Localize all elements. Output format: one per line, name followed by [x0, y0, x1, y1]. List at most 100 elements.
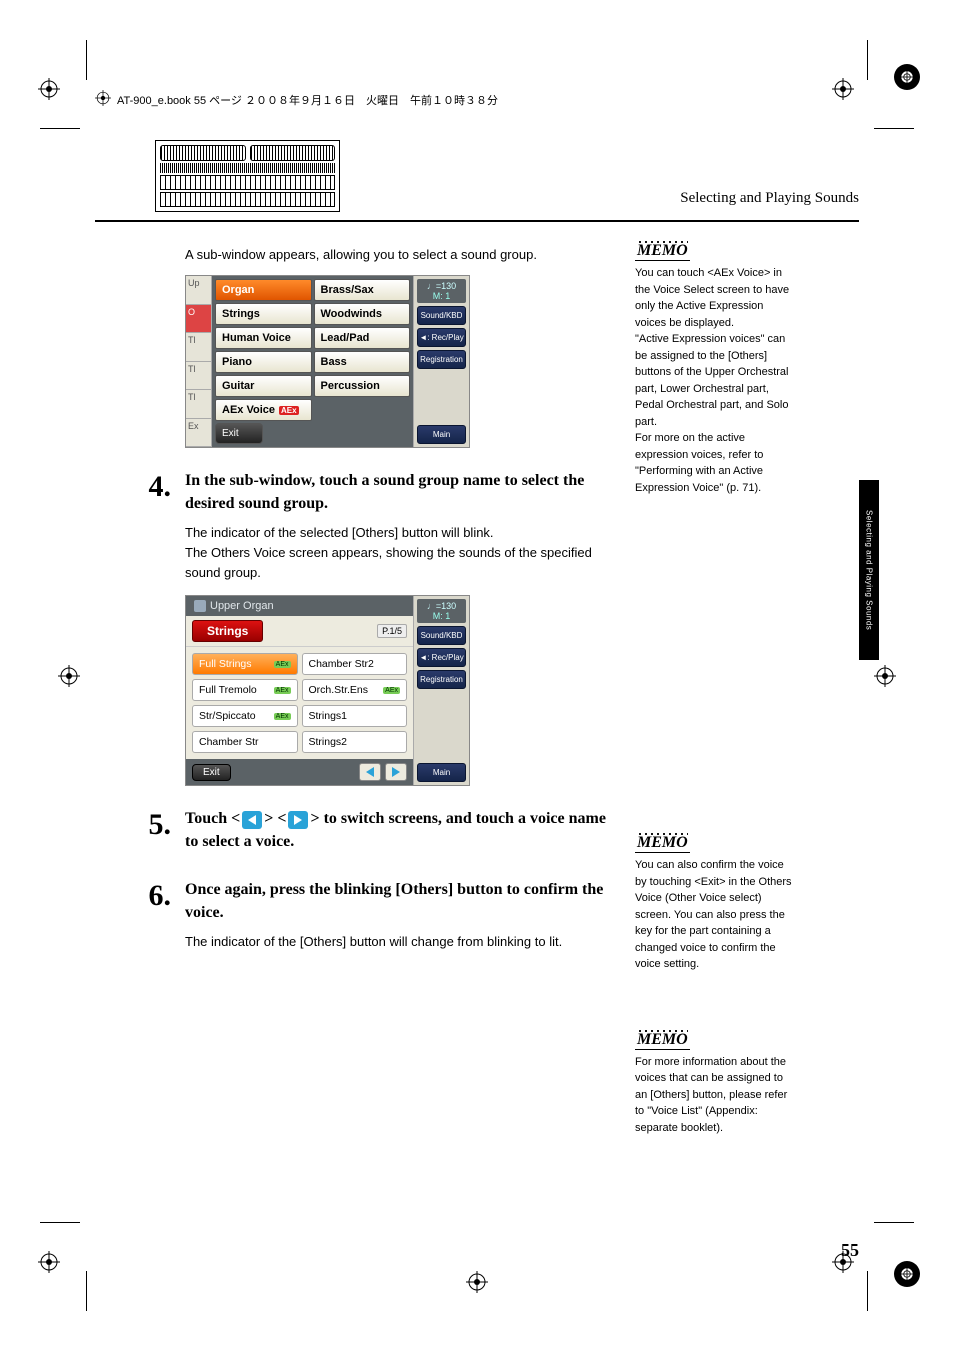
- thumb-tab-label: Selecting and Playing Sounds: [865, 510, 874, 630]
- registration-mark-icon: [38, 1251, 60, 1273]
- memo-block: MEMO For more information about the voic…: [635, 1029, 795, 1137]
- page-number: 55: [841, 1240, 859, 1261]
- crop-mark: [86, 1271, 87, 1311]
- sound-group-subwindow-screenshot: Up O Tl Tl Tl Ex Organ Brass/Sax Strings…: [185, 275, 470, 448]
- intro-paragraph: A sub-window appears, allowing you to se…: [185, 245, 615, 265]
- registration-button[interactable]: Registration: [417, 670, 466, 689]
- soundkbd-button[interactable]: Sound/KBD: [417, 626, 466, 645]
- voice-button[interactable]: Full TremoloAEx: [192, 679, 298, 701]
- running-head: AT-900_e.book 55 ページ ２００８年９月１６日 火曜日 午前１０…: [95, 90, 859, 109]
- bg-cell: Ex: [186, 419, 211, 448]
- registration-mark-icon: [885, 55, 929, 99]
- screen-title: Upper Organ: [210, 600, 274, 612]
- aex-badge: AEx: [274, 713, 291, 720]
- memo-heading: MEMO: [635, 240, 690, 261]
- crop-mark: [874, 128, 914, 129]
- bg-cell: O: [186, 305, 211, 334]
- step-number: 4.: [125, 470, 171, 583]
- exit-button[interactable]: Exit: [215, 423, 263, 444]
- memo-text: You can also confirm the voice by touchi…: [635, 857, 795, 973]
- group-strings-button[interactable]: Strings: [215, 303, 312, 325]
- bg-cell: Tl: [186, 362, 211, 391]
- registration-mark-icon: [466, 1271, 488, 1293]
- page-indicator: P.1/5: [377, 624, 407, 638]
- title-icon: [194, 600, 206, 612]
- step-number: 6.: [125, 879, 171, 952]
- next-icon: [288, 811, 308, 829]
- prev-page-button[interactable]: [359, 763, 381, 781]
- aex-label: AEx Voice: [222, 404, 275, 416]
- memo-block: MEMO You can touch <AEx Voice> in the Vo…: [635, 240, 795, 496]
- voice-button[interactable]: Orch.Str.EnsAEx: [302, 679, 408, 701]
- triangle-right-icon: [392, 767, 400, 777]
- exit-button[interactable]: Exit: [192, 764, 231, 781]
- crop-mark: [40, 1222, 80, 1223]
- crop-mark: [40, 128, 80, 129]
- triangle-right-icon: [294, 815, 302, 825]
- bg-cell: Tl: [186, 390, 211, 419]
- registration-mark-icon: [874, 665, 896, 687]
- recplay-button[interactable]: ◄: Rec/Play: [417, 328, 466, 347]
- group-bass-button[interactable]: Bass: [314, 351, 411, 373]
- screen-titlebar: Upper Organ: [186, 596, 413, 616]
- next-page-button[interactable]: [385, 763, 407, 781]
- group-humanvoice-button[interactable]: Human Voice: [215, 327, 312, 349]
- step-heading: Once again, press the blinking [Others] …: [185, 879, 615, 924]
- step-heading: In the sub-window, touch a sound group n…: [185, 470, 615, 515]
- step-6: 6. Once again, press the blinking [Other…: [125, 879, 615, 952]
- crop-mark: [86, 40, 87, 80]
- recplay-button[interactable]: ◄: Rec/Play: [417, 648, 466, 667]
- voice-button[interactable]: Chamber Str2: [302, 653, 408, 675]
- tempo-display: ♩=130M: 1: [417, 279, 466, 303]
- memo-block: MEMO You can also confirm the voice by t…: [635, 832, 795, 973]
- running-head-text: AT-900_e.book 55 ページ ２００８年９月１６日 火曜日 午前１０…: [117, 92, 498, 108]
- step-heading: Touch <> <> to switch screens, and touch…: [185, 808, 615, 853]
- step-4: 4. In the sub-window, touch a sound grou…: [125, 470, 615, 583]
- voice-button[interactable]: Full StringsAEx: [192, 653, 298, 675]
- registration-mark-icon: [885, 1252, 929, 1296]
- others-voice-screen-screenshot: Upper Organ Strings P.1/5 Full StringsAE…: [185, 595, 470, 786]
- aex-badge: AEx: [383, 687, 400, 694]
- voice-button[interactable]: Str/SpiccatoAEx: [192, 705, 298, 727]
- step-paragraph: The indicator of the [Others] button wil…: [185, 932, 615, 952]
- memo-heading: MEMO: [635, 1029, 690, 1050]
- registration-button[interactable]: Registration: [417, 350, 466, 369]
- step-5: 5. Touch <> <> to switch screens, and to…: [125, 808, 615, 861]
- memo-text: For more information about the voices th…: [635, 1054, 795, 1137]
- group-piano-button[interactable]: Piano: [215, 351, 312, 373]
- group-brasssax-button[interactable]: Brass/Sax: [314, 279, 411, 301]
- main-button[interactable]: Main: [417, 425, 466, 444]
- voice-button[interactable]: Strings1: [302, 705, 408, 727]
- bg-cell: Up: [186, 276, 211, 305]
- group-percussion-button[interactable]: Percussion: [314, 375, 411, 397]
- group-organ-button[interactable]: Organ: [215, 279, 312, 301]
- voice-button[interactable]: Chamber Str: [192, 731, 298, 753]
- triangle-left-icon: [366, 767, 374, 777]
- main-button[interactable]: Main: [417, 763, 466, 782]
- group-woodwinds-button[interactable]: Woodwinds: [314, 303, 411, 325]
- group-guitar-button[interactable]: Guitar: [215, 375, 312, 397]
- soundkbd-button[interactable]: Sound/KBD: [417, 306, 466, 325]
- memo-text: You can touch <AEx Voice> in the Voice S…: [635, 265, 795, 496]
- aex-badge: AEx: [274, 687, 291, 694]
- crop-mark: [867, 40, 868, 80]
- prev-icon: [242, 811, 262, 829]
- section-title: Selecting and Playing Sounds: [680, 190, 859, 207]
- step-number: 5.: [125, 808, 171, 861]
- registration-mark-icon: [38, 78, 60, 100]
- group-aexvoice-button[interactable]: AEx Voice AEx: [215, 399, 312, 421]
- strings-tab[interactable]: Strings: [192, 620, 263, 642]
- aex-badge: AEx: [274, 661, 291, 668]
- crop-mark: [874, 1222, 914, 1223]
- aex-tag-icon: AEx: [279, 406, 299, 415]
- memo-heading: MEMO: [635, 832, 690, 853]
- thumb-tab: Selecting and Playing Sounds: [859, 480, 879, 660]
- triangle-left-icon: [248, 815, 256, 825]
- step-paragraph: The Others Voice screen appears, showing…: [185, 543, 615, 583]
- voice-button[interactable]: Strings2: [302, 731, 408, 753]
- bg-cell: Tl: [186, 333, 211, 362]
- tempo-display: ♩=130M: 1: [417, 599, 466, 623]
- registration-mark-icon: [58, 665, 80, 687]
- registration-mark-icon: [95, 90, 111, 109]
- group-leadpad-button[interactable]: Lead/Pad: [314, 327, 411, 349]
